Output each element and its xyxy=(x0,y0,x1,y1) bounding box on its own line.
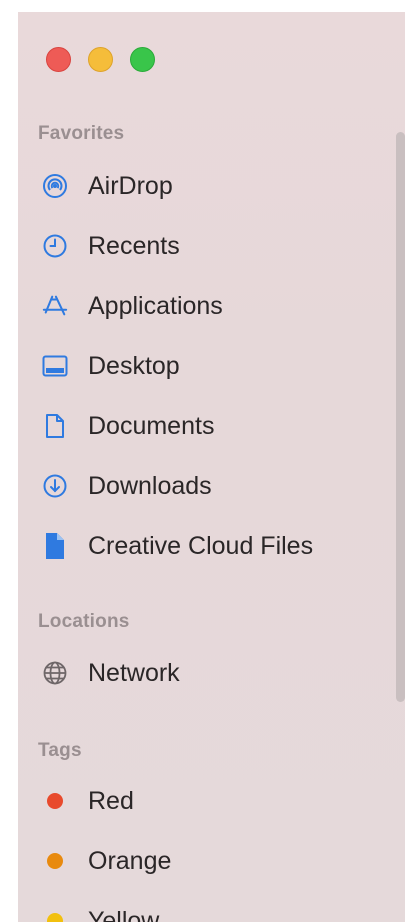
section-header-favorites: Favorites xyxy=(38,123,125,144)
sidebar-item-label: Recents xyxy=(88,231,180,260)
sidebar-item-desktop[interactable]: Desktop xyxy=(42,344,180,388)
sidebar-item-label: Red xyxy=(88,786,134,815)
tag-color-dot-icon xyxy=(42,788,68,814)
sidebar-item-label: Yellow xyxy=(88,906,160,922)
sidebar-item-documents[interactable]: Documents xyxy=(42,404,214,448)
sidebar-item-label: Desktop xyxy=(88,351,180,380)
sidebar-item-downloads[interactable]: Downloads xyxy=(42,464,212,508)
sidebar-item-label: Documents xyxy=(88,411,215,440)
sidebar-item-recents[interactable]: Recents xyxy=(42,224,180,268)
network-globe-icon xyxy=(42,660,68,686)
window-controls xyxy=(46,47,155,72)
clock-icon xyxy=(42,233,68,259)
zoom-window-button[interactable] xyxy=(130,47,155,72)
sidebar-item-label: Creative Cloud Files xyxy=(88,531,314,560)
sidebar-item-label: Downloads xyxy=(88,471,212,500)
applications-icon xyxy=(42,293,68,319)
minimize-window-button[interactable] xyxy=(88,47,113,72)
close-window-button[interactable] xyxy=(46,47,71,72)
sidebar-item-applications[interactable]: Applications xyxy=(42,284,223,328)
tag-color-dot-icon xyxy=(42,908,68,922)
sidebar-item-tag-red[interactable]: Red xyxy=(42,779,134,823)
sidebar-scrollbar[interactable] xyxy=(396,132,405,702)
sidebar-item-network[interactable]: Network xyxy=(42,651,180,695)
sidebar-item-label: Orange xyxy=(88,846,172,875)
creative-cloud-file-icon xyxy=(42,533,68,559)
sidebar-item-label: AirDrop xyxy=(88,171,173,200)
desktop-icon xyxy=(42,353,68,379)
document-icon xyxy=(42,413,68,439)
sidebar-item-tag-yellow[interactable]: Yellow xyxy=(42,899,159,922)
airdrop-icon xyxy=(42,173,68,199)
section-header-tags: Tags xyxy=(38,740,82,761)
tag-color-dot-icon xyxy=(42,848,68,874)
sidebar-item-label: Applications xyxy=(88,291,223,320)
download-icon xyxy=(42,473,68,499)
sidebar-item-tag-orange[interactable]: Orange xyxy=(42,839,171,883)
sidebar-item-creative-cloud-files[interactable]: Creative Cloud Files xyxy=(42,524,313,568)
finder-sidebar: Favorites AirDrop Recents Applications D… xyxy=(18,12,405,922)
section-header-locations: Locations xyxy=(38,611,130,632)
sidebar-item-airdrop[interactable]: AirDrop xyxy=(42,164,173,208)
sidebar-item-label: Network xyxy=(88,658,180,687)
